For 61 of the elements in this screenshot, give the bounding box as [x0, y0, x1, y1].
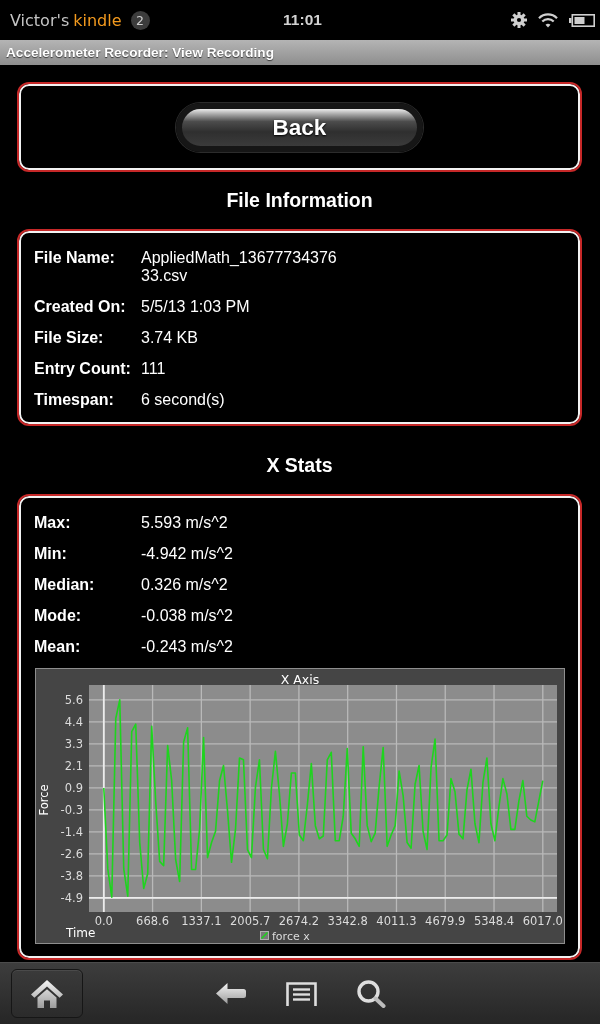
tick-label: 0.9 — [64, 780, 83, 795]
home-button[interactable] — [11, 969, 83, 1018]
owner-label: Victor's — [10, 10, 70, 30]
tick-label: -1.4 — [60, 824, 83, 839]
field-value: 5/5/13 1:03 PM — [141, 298, 251, 316]
back-arrow-icon[interactable] — [216, 983, 246, 1004]
menu-icon[interactable] — [286, 981, 317, 1006]
tick-label: 5348.4 — [473, 914, 515, 928]
notification-badge[interactable]: 2 — [130, 10, 150, 30]
field-label: Timespan: — [34, 391, 115, 409]
tick-label: 668.6 — [136, 914, 170, 928]
legend-swatch-icon — [260, 931, 269, 940]
stat-value: -0.038 m/s^2 — [141, 607, 234, 625]
clock-time: 11:01 — [283, 11, 322, 29]
tick-label: 2674.2 — [278, 914, 320, 928]
stat-label: Max: — [34, 514, 72, 532]
field-value: AppliedMath_1367773437633.csv — [141, 249, 338, 285]
tick-label: 4.4 — [64, 714, 83, 729]
tick-label: 2.1 — [64, 758, 83, 773]
field-value: 111 — [141, 360, 167, 378]
stat-value: 0.326 m/s^2 — [141, 576, 229, 594]
home-icon — [31, 979, 63, 1008]
tick-label: 4011.3 — [376, 914, 417, 928]
search-icon[interactable] — [357, 979, 386, 1008]
stat-label: Median: — [34, 576, 96, 594]
tick-label: 3.3 — [64, 736, 83, 751]
tick-label: -4.9 — [60, 890, 83, 905]
axis-label: Force — [37, 784, 51, 816]
tick-label: -0.3 — [60, 802, 83, 817]
stat-value: 5.593 m/s^2 — [141, 514, 229, 532]
tick-label: 5.6 — [64, 692, 83, 707]
field-label: Entry Count: — [34, 360, 132, 378]
device-brand-label: kindle — [73, 10, 122, 30]
app-title: Accelerometer Recorder: View Recording — [6, 45, 274, 60]
stat-label: Mode: — [34, 607, 83, 625]
tick-label: -3.8 — [60, 868, 83, 883]
tick-label: 4679.9 — [425, 914, 466, 928]
field-label: File Name: — [34, 249, 116, 268]
wifi-icon — [538, 12, 558, 28]
stat-label: Mean: — [34, 638, 82, 656]
legend-label: force x — [272, 930, 310, 943]
stat-label: Min: — [34, 545, 68, 563]
field-label: File Size: — [34, 329, 105, 347]
section-heading: File Information — [226, 189, 373, 211]
axis-label: Time — [66, 926, 96, 940]
back-button[interactable]: Back — [176, 103, 423, 152]
tick-label: 1337.1 — [181, 914, 222, 928]
tick-label: 6017.0 — [522, 914, 563, 928]
tick-label: 2005.7 — [230, 914, 271, 928]
field-label: Created On: — [34, 298, 127, 316]
settings-icon[interactable] — [511, 12, 527, 28]
tick-label: 3342.8 — [327, 914, 368, 928]
stat-value: -4.942 m/s^2 — [141, 545, 234, 563]
tick-label: 0.0 — [94, 914, 113, 928]
section-heading: X Stats — [266, 454, 333, 476]
field-value: 3.74 KB — [141, 329, 199, 347]
field-value: 6 second(s) — [141, 391, 226, 409]
chart-title: X Axis — [280, 671, 320, 687]
battery-icon — [569, 13, 595, 27]
tick-label: -2.6 — [60, 846, 83, 861]
stat-value: -0.243 m/s^2 — [141, 638, 234, 656]
